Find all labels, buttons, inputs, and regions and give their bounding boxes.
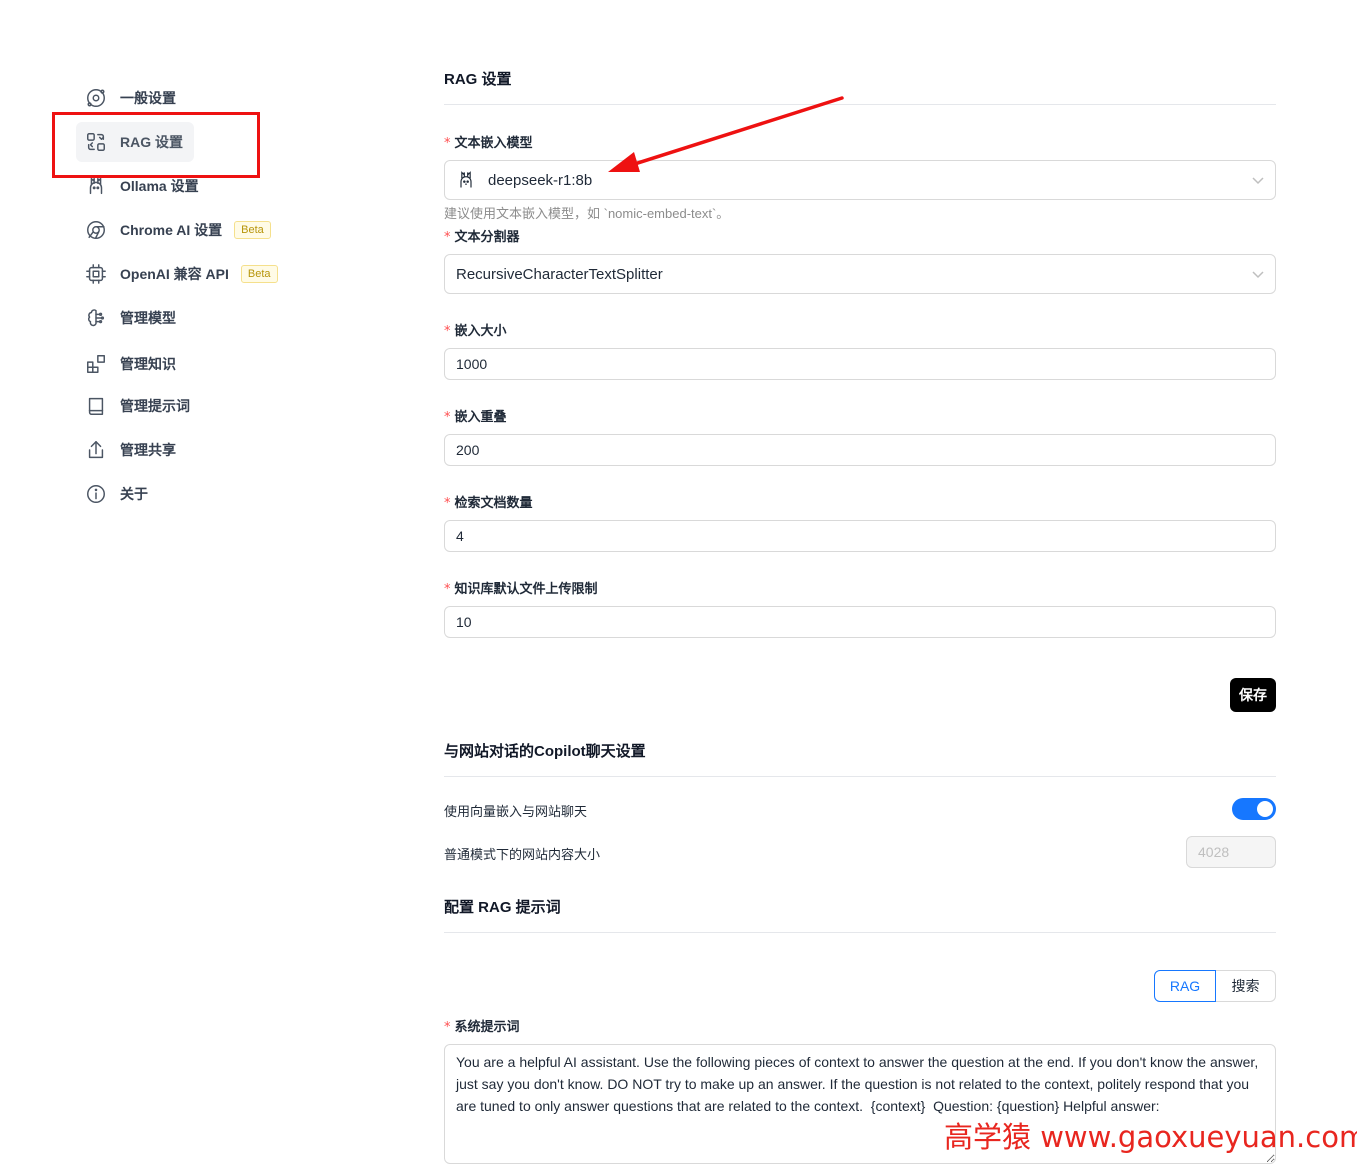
doc-count-input[interactable] (444, 520, 1276, 552)
sidebar-item-label: Chrome AI 设置 (120, 222, 223, 238)
chrome-icon (84, 218, 108, 242)
content-size-label: 普通模式下的网站内容大小 (444, 847, 601, 862)
sidebar-item-manage-knowledge[interactable]: 管理知识 (76, 344, 176, 384)
rag-section-title: RAG 设置 (444, 71, 512, 88)
upload-limit-input[interactable] (444, 606, 1276, 638)
beta-badge: Beta (240, 265, 278, 283)
divider (444, 104, 1276, 105)
vector-chat-label: 使用向量嵌入与网站聊天 (444, 804, 588, 819)
sidebar-item-label: 管理提示词 (120, 398, 190, 414)
prompt-type-segmented: RAG 搜索 (1154, 970, 1276, 1002)
book-icon (84, 394, 108, 418)
sidebar-item-label: 管理共享 (120, 442, 176, 458)
chevron-down-icon (1251, 173, 1265, 187)
sidebar-item-label: 一般设置 (120, 90, 176, 106)
copilot-section-title: 与网站对话的Copilot聊天设置 (444, 743, 646, 760)
splitter-value: RecursiveCharacterTextSplitter (456, 265, 663, 283)
sidebar-item-manage-prompts[interactable]: 管理提示词 (76, 386, 190, 426)
chunk-overlap-input[interactable] (444, 434, 1276, 466)
save-button[interactable]: 保存 (1230, 678, 1276, 712)
beta-badge: Beta (234, 221, 271, 239)
sidebar-item-manage-models[interactable]: 管理模型 (76, 298, 176, 338)
upload-limit-label: * 知识库默认文件上传限制 (444, 581, 598, 597)
chunk-size-input[interactable] (444, 348, 1276, 380)
share-icon (84, 438, 108, 462)
divider (444, 932, 1276, 933)
sidebar-item-manage-sharing[interactable]: 管理共享 (76, 430, 176, 470)
divider (444, 776, 1276, 777)
sidebar-item-label: 关于 (120, 486, 148, 502)
tab-search[interactable]: 搜索 (1216, 970, 1276, 1002)
llama-icon (456, 170, 476, 190)
annotation-arrow-icon (608, 96, 844, 172)
toggle-knob (1257, 801, 1273, 817)
sidebar-item-openai-api[interactable]: OpenAI 兼容 API Beta (76, 254, 278, 294)
content-size-input[interactable] (1186, 836, 1276, 868)
brain-icon (84, 306, 108, 330)
sidebar-item-label: Ollama 设置 (120, 178, 199, 194)
chunk-size-label: * 嵌入大小 (444, 323, 507, 339)
vector-chat-toggle[interactable] (1232, 798, 1276, 820)
cpu-icon (84, 262, 108, 286)
info-icon (84, 482, 108, 506)
annotation-highlight-box (52, 112, 260, 178)
system-prompt-label: * 系统提示词 (444, 1019, 520, 1035)
splitter-select[interactable]: RecursiveCharacterTextSplitter (444, 254, 1276, 294)
sidebar-item-about[interactable]: 关于 (76, 474, 148, 514)
sidebar-item-chrome-ai[interactable]: Chrome AI 设置 Beta (76, 210, 271, 250)
embedding-model-label: * 文本嵌入模型 (444, 135, 533, 151)
blocks-icon (84, 352, 108, 376)
tab-rag[interactable]: RAG (1154, 970, 1216, 1002)
prompt-section-title: 配置 RAG 提示词 (444, 899, 561, 916)
sidebar-item-label: OpenAI 兼容 API (120, 266, 229, 282)
chevron-down-icon (1251, 267, 1265, 281)
watermark: 高学猿 www.gaoxueyuan.com (944, 1120, 1357, 1154)
embedding-model-value: deepseek-r1:8b (488, 171, 593, 189)
splitter-label: * 文本分割器 (444, 229, 520, 245)
embedding-model-select[interactable]: deepseek-r1:8b (444, 160, 1276, 200)
chunk-overlap-label: * 嵌入重叠 (444, 409, 507, 425)
orbit-icon (84, 86, 108, 110)
sidebar-item-label: 管理模型 (120, 310, 176, 326)
sidebar-item-label: 管理知识 (120, 356, 176, 372)
embedding-model-hint: 建议使用文本嵌入模型，如 `nomic-embed-text`。 (444, 206, 730, 221)
doc-count-label: * 检索文档数量 (444, 495, 533, 511)
